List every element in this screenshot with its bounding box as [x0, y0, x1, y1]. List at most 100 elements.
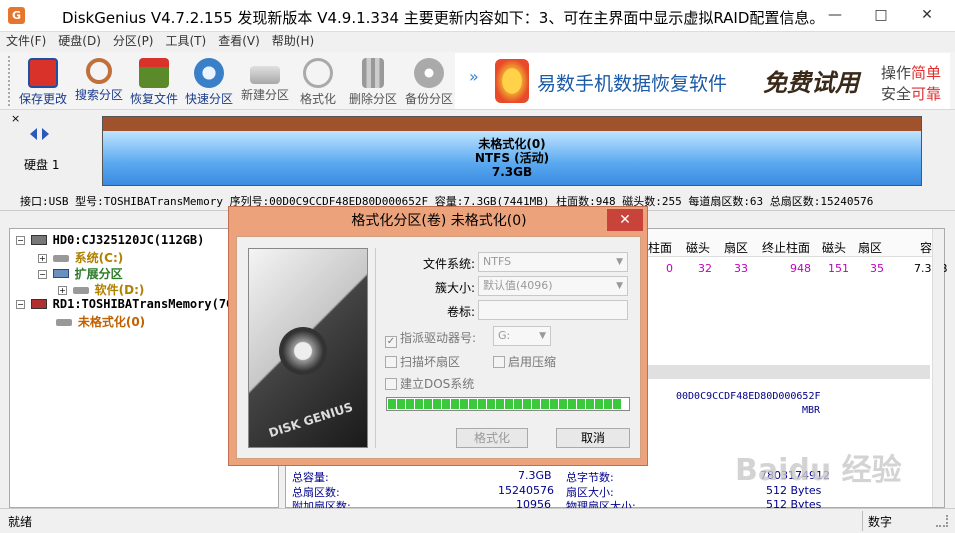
tree-item-unformatted[interactable]: 未格式化(0) [54, 313, 145, 330]
tree-item-system-c[interactable]: + 系统(C:) [38, 249, 123, 266]
status-text: 就绪 [8, 515, 33, 529]
dialog-divider [375, 248, 376, 448]
format-button[interactable]: 格式化 [294, 54, 342, 108]
recover-icon [139, 58, 169, 88]
menu-disk[interactable]: 硬盘(D) [52, 32, 107, 50]
expand-icon[interactable]: + [38, 254, 47, 263]
horizontal-scrollbar[interactable] [646, 365, 930, 379]
cell-end-head: 151 [828, 262, 849, 275]
format-button[interactable]: 格式化 [456, 428, 528, 448]
menu-view[interactable]: 查看(V) [212, 32, 266, 50]
maximize-button[interactable]: □ [858, 0, 904, 30]
collapse-icon[interactable]: − [16, 300, 25, 309]
progress-fill [388, 399, 621, 409]
menu-file[interactable]: 文件(F) [0, 32, 52, 50]
partition-block[interactable]: 未格式化(0) NTFS (活动) 7.3GB [103, 131, 921, 185]
checkmark-icon: ✓ [385, 336, 397, 348]
partition-bar[interactable]: 未格式化(0) NTFS (活动) 7.3GB [102, 116, 922, 186]
ad-banner[interactable]: » 易数手机数据恢复软件 免费试用 操作简单 安全可靠 [455, 53, 950, 109]
partition-fs: NTFS (活动) [474, 151, 550, 165]
next-disk-icon[interactable] [42, 128, 49, 140]
quick-partition-icon [194, 58, 224, 88]
menu-tools[interactable]: 工具(T) [160, 32, 213, 50]
ad-title: 易数手机数据恢复软件 [537, 73, 728, 95]
detail-extra-label: 附加扇区数: [292, 500, 351, 508]
drive-letter-select[interactable]: G: ▼ [493, 326, 551, 346]
cell-start-cyl: 0 [666, 262, 673, 275]
ad-slogan-2: 安全可靠 [881, 85, 942, 103]
volume-label: 卷标: [446, 305, 475, 319]
chevron-down-icon: ▼ [616, 281, 623, 291]
backup-icon [414, 58, 444, 88]
format-icon [303, 58, 333, 88]
search-partition-button[interactable]: 搜索分区 [72, 54, 126, 108]
save-changes-button[interactable]: 保存更改 [16, 54, 70, 108]
col-head[interactable]: 磁头 [686, 239, 710, 256]
watermark: Baidu 经验 [735, 453, 902, 488]
collapse-icon[interactable]: − [38, 270, 47, 279]
detail-extra: 10956 [516, 498, 551, 508]
status-divider [862, 511, 863, 531]
collapse-icon[interactable]: − [16, 236, 25, 245]
col-end-sector[interactable]: 扇区 [858, 239, 882, 256]
new-partition-icon [250, 66, 280, 84]
menu-partition[interactable]: 分区(P) [107, 32, 160, 50]
backup-partition-button[interactable]: 备份分区 [402, 54, 456, 108]
tree-item-hd0[interactable]: − HD0:CJ325120JC(112GB) [16, 233, 204, 247]
minimize-button[interactable]: — [812, 0, 858, 30]
scan-bad-sectors-checkbox[interactable]: 扫描坏扇区 [385, 353, 460, 370]
prev-disk-icon[interactable] [30, 128, 37, 140]
hard-disk-platter-icon [279, 327, 327, 375]
tree-item-extended[interactable]: − 扩展分区 [38, 265, 123, 282]
close-button[interactable]: ✕ [904, 0, 950, 30]
partition-icon [72, 287, 89, 294]
col-end-cylinder[interactable]: 终止柱面 [762, 239, 810, 256]
dialog-close-button[interactable]: ✕ [607, 209, 643, 231]
cancel-button[interactable]: 取消 [556, 428, 630, 448]
create-dos-checkbox[interactable]: 建立DOS系统 [385, 375, 474, 392]
menu-help[interactable]: 帮助(H) [266, 32, 320, 50]
format-dialog: 格式化分区(卷) 未格式化(0) ✕ DISK GENIUS 文件系统: NTF… [228, 206, 648, 466]
detail-total-cap-label: 总容量: [292, 471, 329, 484]
col-cylinder[interactable]: 柱面 [648, 239, 672, 256]
cluster-select[interactable]: 默认值(4096) ▼ [478, 276, 628, 296]
new-partition-button[interactable]: 新建分区 [238, 54, 292, 108]
col-end-head[interactable]: 磁头 [822, 239, 846, 256]
dialog-body: DISK GENIUS 文件系统: NTFS ▼ 簇大小: 默认值(4096) ▼ … [236, 236, 641, 459]
fs-select[interactable]: NTFS ▼ [478, 252, 628, 272]
detail-total-sec: 15240576 [498, 484, 554, 497]
tree-item-rd1[interactable]: − RD1:TOSHIBATransMemory(7G [16, 297, 234, 311]
cell-end-cyl: 948 [790, 262, 811, 275]
expand-icon[interactable]: + [58, 286, 67, 295]
toolbar-grip [8, 56, 12, 106]
trash-icon [362, 58, 384, 88]
vertical-scrollbar[interactable] [932, 229, 944, 507]
volume-input[interactable] [478, 300, 628, 320]
detail-phys-label: 物理扇区大小: [566, 500, 636, 508]
save-icon [28, 58, 58, 88]
detail-phys: 512 Bytes [766, 498, 822, 508]
partition-name: 未格式化(0) [478, 137, 546, 151]
detail-bytes-label: 总字节数: [566, 471, 614, 484]
usb-disk-icon [30, 299, 47, 309]
resize-grip-icon[interactable] [936, 515, 948, 527]
cell-start-head: 32 [698, 262, 712, 275]
partition-bar-header [103, 117, 921, 131]
tree-item-software-d[interactable]: + 软件(D:) [58, 281, 144, 298]
disk-label: 硬盘 1 [24, 158, 60, 172]
assign-letter-checkbox[interactable]: ✓ 指派驱动器号: [385, 329, 476, 348]
recover-files-button[interactable]: 恢复文件 [127, 54, 181, 108]
delete-partition-button[interactable]: 删除分区 [346, 54, 400, 108]
close-disk-view-icon[interactable]: × [11, 112, 20, 125]
detail-serial: 00D0C9CCDF48ED80D000652F [676, 391, 821, 402]
disk-genius-image: DISK GENIUS [248, 248, 368, 448]
magnifier-icon [86, 58, 112, 84]
chevron-down-icon: ▼ [616, 257, 623, 267]
enable-compression-checkbox[interactable]: 启用压缩 [493, 353, 556, 370]
title-bar: G DiskGenius V4.7.2.155 发现新版本 V4.9.1.334… [0, 0, 955, 32]
cell-end-sec: 35 [870, 262, 884, 275]
col-sector[interactable]: 扇区 [724, 239, 748, 256]
chevron-right-icon: » [469, 67, 479, 86]
quick-partition-button[interactable]: 快速分区 [182, 54, 236, 108]
chevron-down-icon: ▼ [539, 331, 546, 341]
